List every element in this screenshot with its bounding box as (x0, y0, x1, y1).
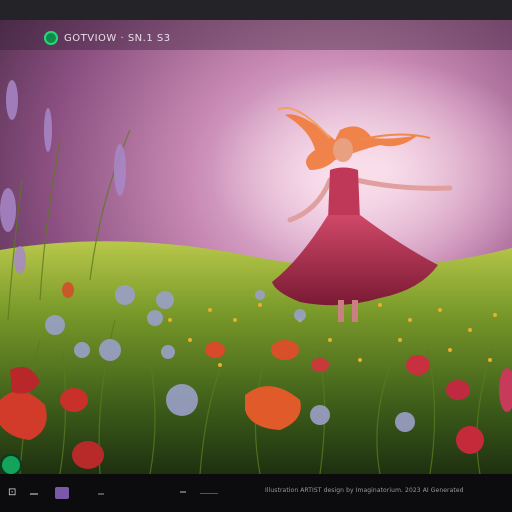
watermark-text: GOTVIOW · SN.1 S3 (64, 32, 171, 44)
separator (98, 493, 104, 495)
frame-icon[interactable]: ⊡ (8, 488, 18, 498)
separator (200, 493, 218, 494)
image-viewer[interactable] (0, 20, 512, 474)
artwork-canvas (0, 20, 512, 474)
top-bar (0, 0, 512, 20)
separator (180, 491, 186, 493)
image-thumbnail-icon[interactable] (55, 487, 69, 499)
separator (30, 493, 38, 495)
green-badge-icon[interactable] (2, 456, 20, 474)
bottom-bar: ⊡ Illustration ARTIST design by Imaginat… (0, 474, 512, 512)
circle-logo-icon (44, 31, 58, 45)
artwork-watermark: GOTVIOW · SN.1 S3 (44, 30, 171, 46)
credit-text: Illustration ARTIST design by Imaginator… (265, 487, 464, 494)
